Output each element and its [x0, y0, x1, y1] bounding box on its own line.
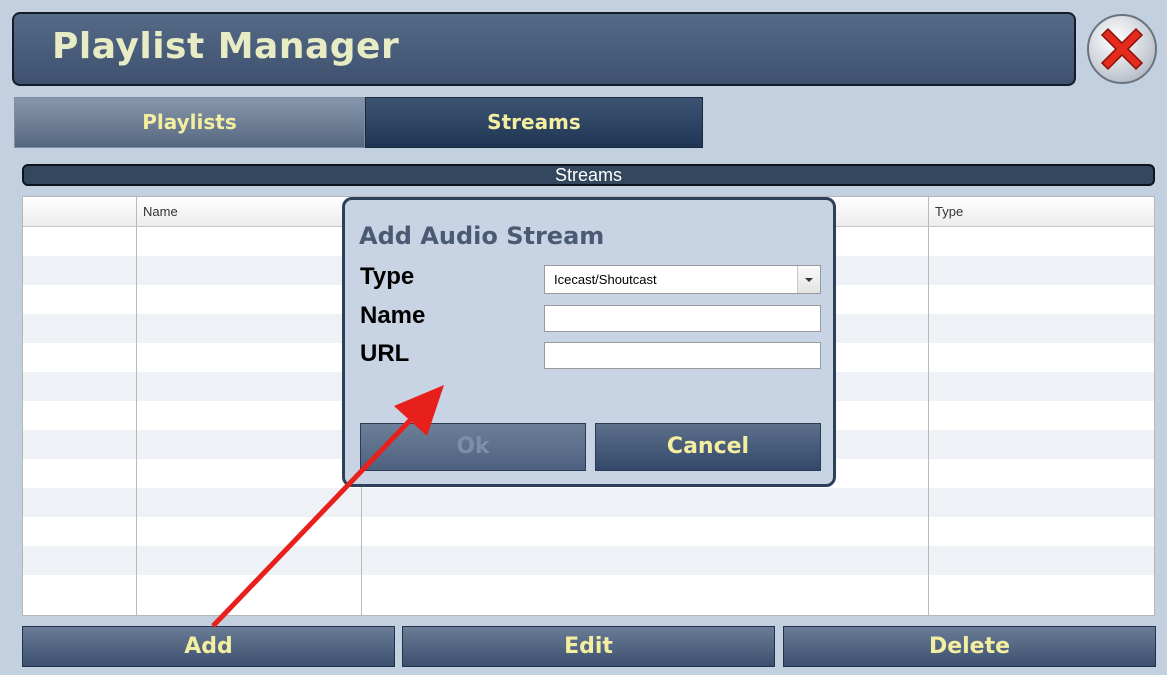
column-header-name[interactable]: Name	[143, 204, 178, 219]
delete-button[interactable]: Delete	[783, 626, 1156, 667]
tab-streams[interactable]: Streams	[365, 97, 703, 148]
add-button[interactable]: Add	[22, 626, 395, 667]
title-bar: Playlist Manager	[12, 12, 1076, 86]
dropdown-arrow-icon[interactable]	[797, 266, 820, 293]
table-row[interactable]	[23, 575, 1154, 604]
ok-button[interactable]: Ok	[360, 423, 586, 471]
type-select-value: Icecast/Shoutcast	[554, 272, 657, 287]
close-x-icon	[1100, 27, 1144, 71]
dialog-title: Add Audio Stream	[359, 222, 605, 250]
edit-button[interactable]: Edit	[402, 626, 775, 667]
section-header: Streams	[22, 164, 1155, 186]
close-button[interactable]	[1087, 14, 1157, 84]
playlist-manager-window: Playlist Manager Playlists Streams Strea…	[0, 0, 1167, 675]
column-divider	[928, 197, 929, 615]
table-row[interactable]	[23, 546, 1154, 575]
name-input[interactable]	[544, 305, 821, 332]
window-title: Playlist Manager	[52, 26, 400, 67]
cancel-button[interactable]: Cancel	[595, 423, 821, 471]
column-header-type[interactable]: Type	[935, 204, 963, 219]
table-row[interactable]	[23, 488, 1154, 517]
add-audio-stream-dialog: Add Audio Stream Type Icecast/Shoutcast …	[342, 197, 836, 487]
table-row[interactable]	[23, 517, 1154, 546]
tab-playlists[interactable]: Playlists	[14, 97, 365, 148]
column-divider	[136, 197, 137, 615]
type-select[interactable]: Icecast/Shoutcast	[544, 265, 821, 294]
type-label: Type	[360, 263, 415, 290]
url-input[interactable]	[544, 342, 821, 369]
url-label: URL	[360, 340, 410, 367]
name-label: Name	[360, 302, 426, 329]
